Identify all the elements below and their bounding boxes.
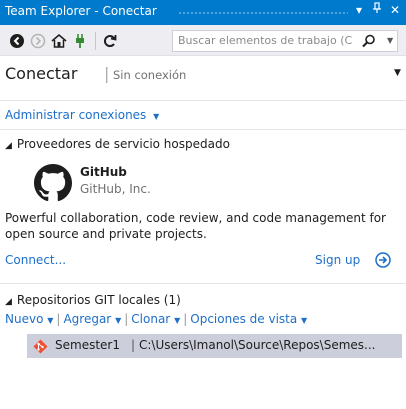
toolbar: Buscar elementos de trabajo (C ▼ [0, 25, 406, 56]
forward-button[interactable] [29, 32, 47, 50]
add-repo-dropdown[interactable]: Agregar ▼ [63, 312, 121, 326]
pin-icon [373, 2, 381, 13]
window-title: Team Explorer - Conectar [5, 4, 157, 18]
hosted-section-header[interactable]: ◢ Proveedores de servicio hospedado [5, 137, 230, 151]
local-repos-title: Repositorios GIT locales (1) [16, 293, 181, 307]
section-divider [0, 283, 406, 284]
page-title: Conectar [5, 64, 78, 83]
close-button[interactable]: ✕ [390, 3, 400, 17]
repo-name: Semester1 [55, 338, 120, 352]
add-repo-label: Agregar [63, 312, 112, 326]
signup-link[interactable]: Sign up [315, 253, 360, 267]
new-repo-dropdown[interactable]: Nuevo ▼ [5, 312, 53, 326]
repo-separator: | [131, 338, 136, 352]
action-separator: | [56, 312, 61, 326]
provider-description: Powerful collaboration, code review, and… [5, 211, 386, 241]
chevron-down-icon: ▼ [47, 316, 54, 325]
search-dropdown-icon[interactable]: ▼ [387, 36, 393, 45]
chevron-down-icon: ▼ [115, 316, 122, 325]
header-divider [0, 100, 406, 101]
home-button[interactable] [50, 32, 68, 50]
forward-icon [30, 33, 46, 49]
home-icon [51, 33, 67, 48]
header-separator: | [104, 64, 110, 83]
manage-connections-label: Administrar conexiones [5, 108, 147, 122]
arrow-right-circle-icon[interactable] [374, 251, 392, 269]
hosted-section-title: Proveedores de servicio hospedado [16, 137, 230, 151]
action-separator: | [124, 312, 129, 326]
collapse-triangle-icon: ◢ [5, 141, 12, 151]
connect-plug-icon [76, 34, 84, 48]
action-separator: | [183, 312, 188, 326]
back-icon [10, 34, 24, 48]
collapse-triangle-icon: ◢ [5, 297, 12, 307]
title-grip[interactable] [178, 11, 348, 16]
chevron-down-icon: ▼ [301, 316, 308, 325]
search-input[interactable]: Buscar elementos de trabajo (C [178, 34, 356, 47]
clone-repo-label: Clonar [131, 312, 171, 326]
clone-repo-dropdown[interactable]: Clonar ▼ [131, 312, 180, 326]
back-button[interactable] [8, 32, 26, 50]
search-button[interactable] [361, 33, 377, 53]
github-logo-icon [34, 164, 72, 202]
manage-connections-link[interactable]: Administrar conexiones ▼ [5, 108, 159, 122]
git-icon [33, 339, 48, 354]
chevron-down-icon: ▼ [153, 112, 160, 121]
provider-name: GitHub [80, 165, 127, 179]
repo-actions-bar: Nuevo ▼ | Agregar ▼ | Clonar ▼ | Opciones de v… [5, 312, 307, 326]
new-repo-label: Nuevo [5, 312, 44, 326]
window-dropdown-button[interactable]: ▾ [356, 3, 362, 17]
connect-button[interactable] [71, 32, 89, 50]
refresh-icon [103, 35, 117, 48]
local-repos-header[interactable]: ◢ Repositorios GIT locales (1) [5, 293, 181, 307]
repo-path: C:\Users\Imanol\Source\Repos\Semes... [139, 338, 376, 352]
title-bar: Team Explorer - Conectar ▾ ✕ [0, 0, 406, 25]
search-icon [362, 34, 375, 48]
view-options-label: Opciones de vista [190, 312, 298, 326]
repo-list-item[interactable]: Semester1 | C:\Users\Imanol\Source\Repos… [27, 334, 402, 358]
chevron-down-icon: ▼ [174, 316, 181, 325]
view-options-dropdown[interactable]: Opciones de vista ▼ [190, 312, 307, 326]
connect-link[interactable]: Connect... [5, 253, 66, 267]
refresh-button[interactable] [101, 32, 119, 50]
pin-button[interactable] [372, 2, 382, 17]
provider-company: GitHub, Inc. [80, 182, 151, 196]
toolbar-separator [95, 32, 96, 50]
search-box[interactable]: Buscar elementos de trabajo (C ▼ [172, 30, 398, 52]
connection-status: Sin conexión [113, 68, 187, 82]
page-header: Conectar | Sin conexión ▼ [0, 56, 406, 100]
page-dropdown-icon[interactable]: ▼ [394, 68, 401, 78]
section-divider [0, 129, 406, 130]
